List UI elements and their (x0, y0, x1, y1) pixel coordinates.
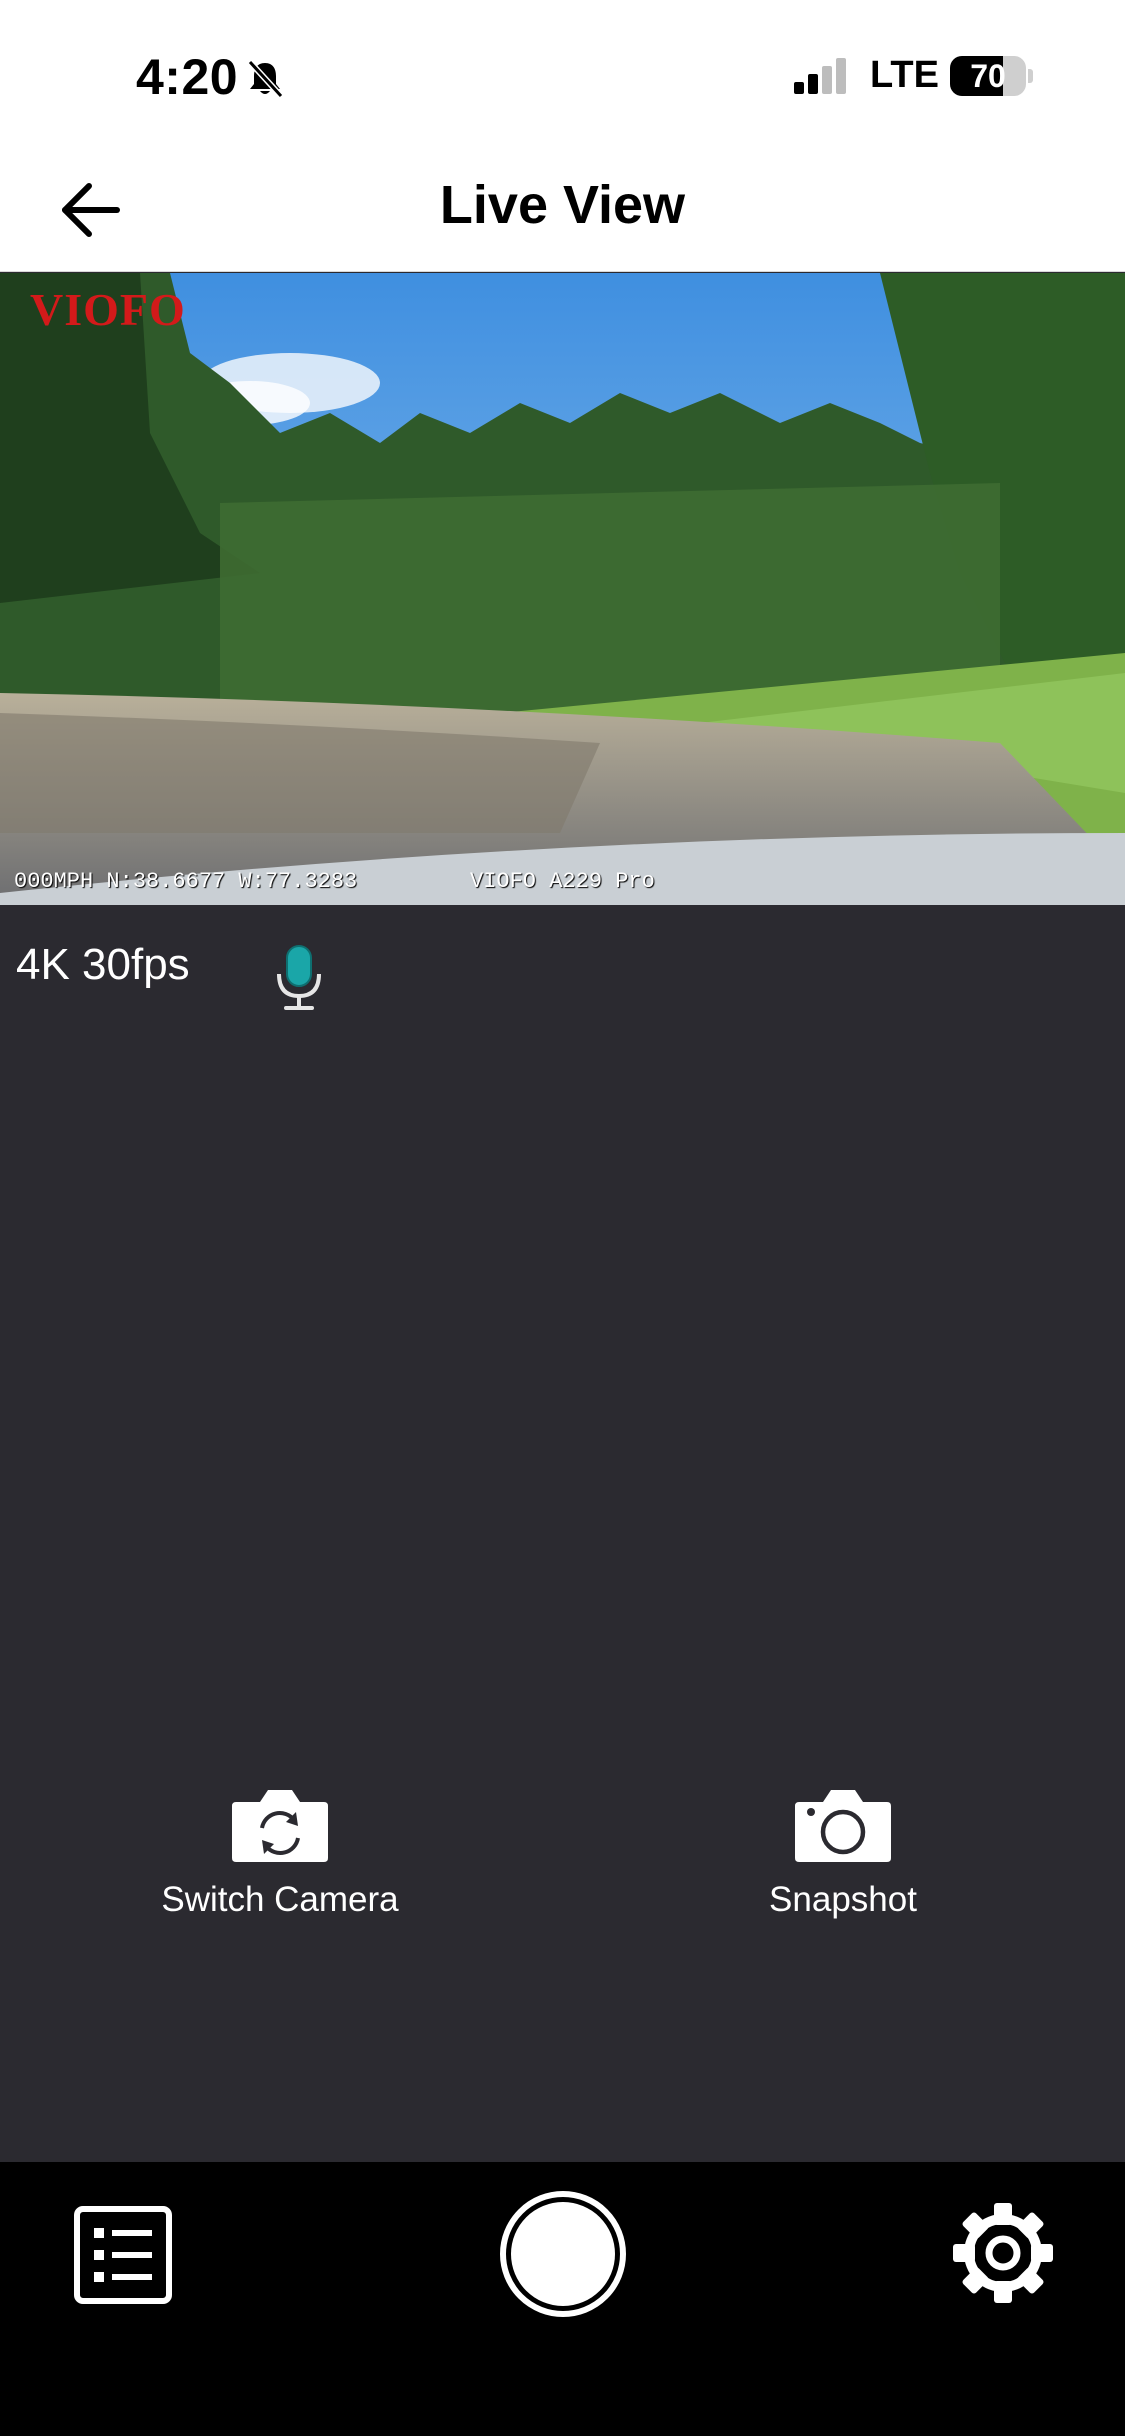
microphone-toggle[interactable] (270, 944, 328, 1014)
camera-switch-icon (232, 1790, 328, 1862)
network-type: LTE (870, 54, 939, 96)
camera-scene-image (0, 273, 1125, 905)
switch-camera-button[interactable]: Switch Camera (130, 1782, 430, 1932)
bottom-toolbar (0, 2162, 1125, 2436)
camera-icon (795, 1790, 891, 1862)
status-bar: 4:20 LTE 70 (0, 0, 1125, 150)
page-title: Live View (439, 175, 686, 235)
status-time: 4:20 (136, 49, 239, 105)
battery-icon: 70 (950, 56, 1033, 96)
cellular-signal-icon (794, 58, 846, 94)
record-circle-icon (500, 2191, 626, 2317)
camera-model-overlay: VIOFO A229 Pro (470, 869, 655, 894)
record-button[interactable] (498, 2189, 628, 2319)
nav-bar: Live View (0, 150, 1125, 272)
settings-button[interactable] (950, 2200, 1056, 2306)
gear-icon (953, 2203, 1053, 2303)
list-icon (74, 2206, 172, 2304)
resolution-label: 4K 30fps (16, 940, 190, 989)
file-list-button[interactable] (74, 2206, 172, 2304)
gps-speed-overlay: 000MPH N:38.6677 W:77.3283 (14, 869, 358, 894)
battery-level: 70 (970, 58, 1006, 94)
snapshot-label: Snapshot (769, 1880, 917, 1919)
bell-muted-icon (247, 59, 284, 99)
switch-camera-label: Switch Camera (161, 1880, 399, 1919)
microphone-icon (277, 945, 321, 1010)
snapshot-button[interactable]: Snapshot (693, 1782, 993, 1932)
live-camera-feed[interactable]: VIOFO 000MPH N:38.6677 W:77.3283 VIOFO A… (0, 273, 1125, 905)
brand-watermark: VIOFO (30, 284, 186, 335)
